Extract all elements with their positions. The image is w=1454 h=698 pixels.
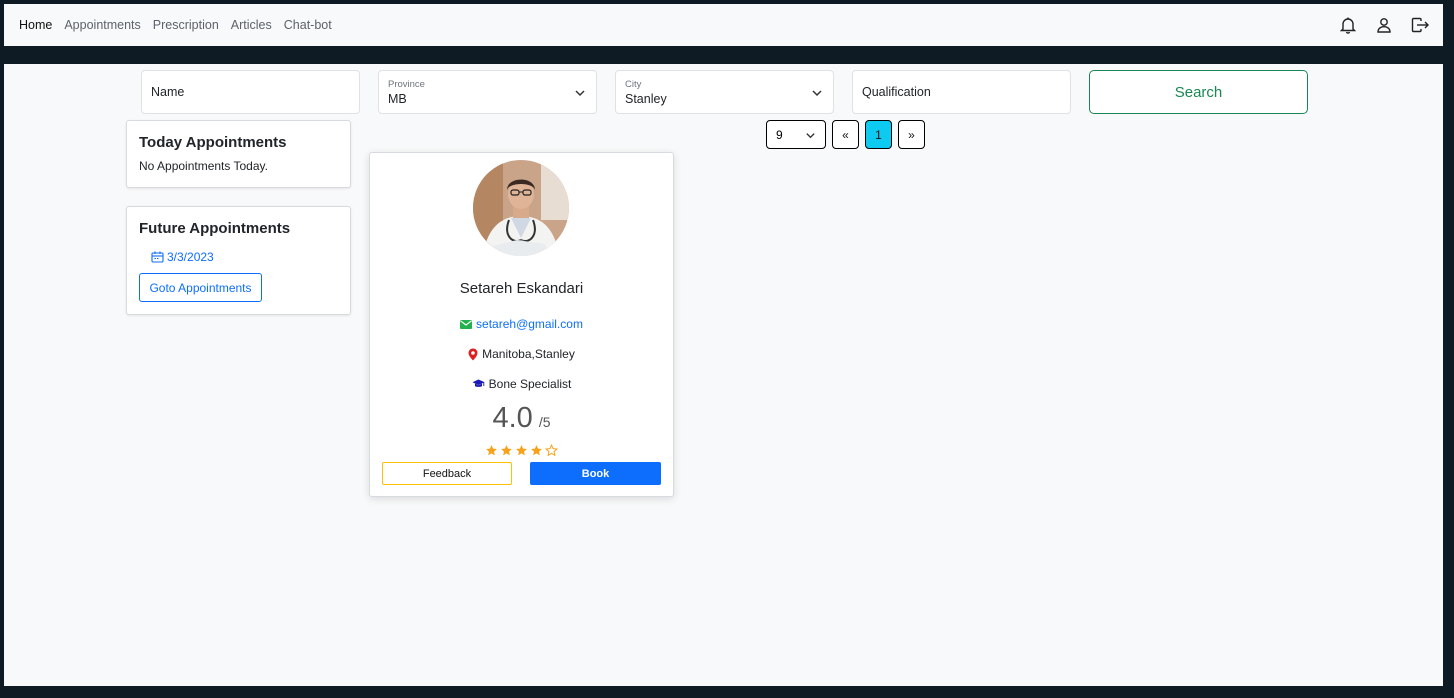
envelope-icon <box>460 319 473 329</box>
today-appointments-panel: Today Appointments No Appointments Today… <box>126 120 351 188</box>
page-1-button[interactable]: 1 <box>865 120 892 149</box>
rating-display: 4.0/5 <box>370 402 673 435</box>
doctor-email-row: setareh@gmail.com <box>370 317 673 331</box>
goto-appointments-button[interactable]: Goto Appointments <box>139 273 262 302</box>
user-icon[interactable] <box>1375 16 1393 34</box>
star-filled-icon <box>501 445 512 456</box>
qualification-input[interactable]: Qualification <box>852 70 1071 114</box>
chevron-down-icon <box>575 90 585 97</box>
nav-home[interactable]: Home <box>19 18 52 32</box>
book-button[interactable]: Book <box>530 462 661 485</box>
star-filled-icon <box>516 445 527 456</box>
qualification-placeholder: Qualification <box>862 85 931 99</box>
doctor-email[interactable]: setareh@gmail.com <box>476 317 583 331</box>
nav-prescription[interactable]: Prescription <box>153 18 219 32</box>
star-empty-icon <box>545 444 558 457</box>
next-page-button[interactable]: » <box>898 120 925 149</box>
future-appointments-title: Future Appointments <box>139 220 291 237</box>
doctor-location-row: Manitoba,Stanley <box>370 347 673 361</box>
nav-articles[interactable]: Articles <box>231 18 272 32</box>
province-label: Province <box>388 79 425 90</box>
map-pin-icon <box>468 348 478 360</box>
bell-icon[interactable] <box>1339 16 1357 34</box>
city-label: City <box>625 79 642 90</box>
feedback-button[interactable]: Feedback <box>382 462 512 485</box>
doctor-name: Setareh Eskandari <box>459 280 584 297</box>
future-date-text: 3/3/2023 <box>167 250 214 264</box>
chevron-down-icon <box>812 90 822 97</box>
per-page-value: 9 <box>776 128 783 142</box>
top-navbar: Home Appointments Prescription Articles … <box>4 4 1443 46</box>
star-filled-icon <box>486 445 497 456</box>
rating-stars <box>370 444 673 457</box>
city-value: Stanley <box>625 92 667 106</box>
province-select[interactable]: Province MB <box>378 70 597 114</box>
search-button[interactable]: Search <box>1089 70 1308 114</box>
doctor-location: Manitoba,Stanley <box>482 347 575 361</box>
logout-icon[interactable] <box>1411 16 1429 34</box>
doctor-qualification: Bone Specialist <box>488 377 572 391</box>
nav-icons <box>1339 4 1429 46</box>
prev-page-button[interactable]: « <box>832 120 859 149</box>
name-placeholder: Name <box>151 85 185 99</box>
nav-chat-bot[interactable]: Chat-bot <box>284 18 332 32</box>
name-input[interactable]: Name <box>141 70 360 114</box>
future-appointment-date[interactable]: 3/3/2023 <box>151 250 214 264</box>
nav-appointments[interactable]: Appointments <box>64 18 140 32</box>
future-appointments-panel: Future Appointments 3/3/2023 Goto Appoin… <box>126 206 351 315</box>
doctor-avatar <box>473 160 569 256</box>
main-content: Name Province MB City Stanley Qualificat… <box>4 64 1443 686</box>
chevron-down-icon <box>806 133 815 139</box>
star-filled-icon <box>531 445 542 456</box>
province-value: MB <box>388 92 407 106</box>
graduation-cap-icon <box>472 379 485 387</box>
doctor-card: Setareh Eskandari setareh@gmail.com Mani… <box>369 152 674 497</box>
today-appointments-title: Today Appointments <box>139 134 287 151</box>
calendar-icon <box>151 251 164 263</box>
nav-links: Home Appointments Prescription Articles … <box>19 4 332 46</box>
doctor-qualification-row: Bone Specialist <box>370 377 673 391</box>
per-page-select[interactable]: 9 <box>766 120 826 149</box>
rating-max: /5 <box>538 414 551 430</box>
rating-value: 4.0 <box>492 402 533 434</box>
city-select[interactable]: City Stanley <box>615 70 834 114</box>
today-appointments-message: No Appointments Today. <box>139 159 268 173</box>
